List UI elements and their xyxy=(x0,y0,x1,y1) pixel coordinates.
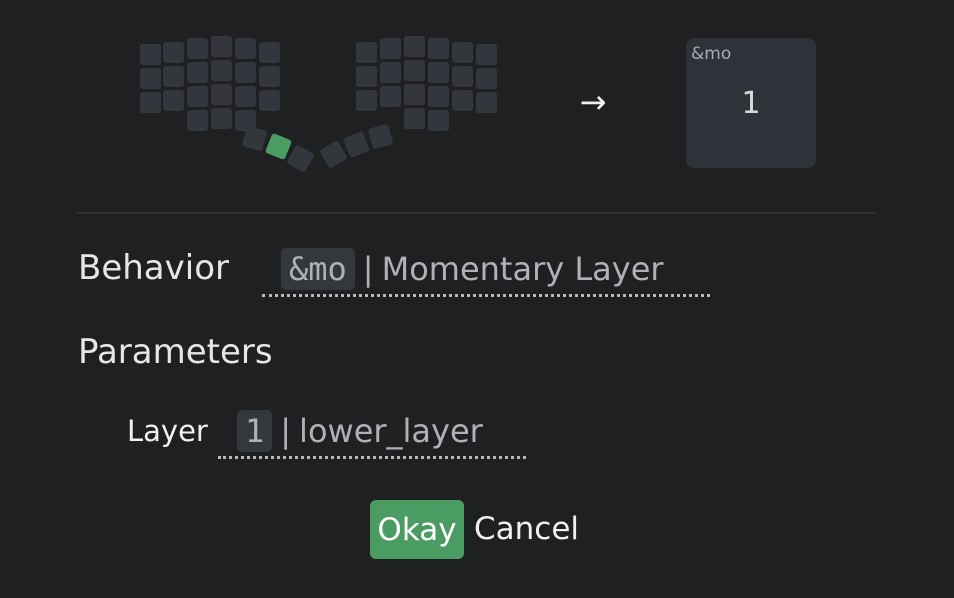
key-preview: &mo 1 xyxy=(686,38,816,168)
key[interactable] xyxy=(259,42,280,63)
layer-label: Layer xyxy=(127,414,208,448)
keyboard-layout-diagram xyxy=(138,34,503,174)
layer-select[interactable]: 1 | lower_layer xyxy=(218,406,526,459)
key[interactable] xyxy=(428,110,449,131)
key[interactable] xyxy=(235,38,256,59)
behavior-select[interactable]: &mo | Momentary Layer xyxy=(262,244,710,297)
key[interactable] xyxy=(367,123,394,150)
key[interactable] xyxy=(452,90,473,111)
key[interactable] xyxy=(187,38,208,59)
key[interactable] xyxy=(163,90,184,111)
layer-name: lower_layer xyxy=(299,412,483,450)
arrow-right-icon: → xyxy=(579,83,607,121)
key[interactable] xyxy=(163,42,184,63)
key[interactable] xyxy=(241,125,268,152)
key-selected[interactable] xyxy=(264,132,293,161)
layer-separator: | xyxy=(280,412,292,450)
key[interactable] xyxy=(404,108,425,129)
preview-param: 1 xyxy=(741,86,761,121)
key[interactable] xyxy=(211,84,232,105)
key[interactable] xyxy=(259,66,280,87)
key[interactable] xyxy=(428,38,449,59)
behavior-code: &mo xyxy=(281,248,355,290)
key[interactable] xyxy=(404,84,425,105)
key[interactable] xyxy=(140,92,161,113)
preview-binding: &mo xyxy=(691,44,732,64)
key[interactable] xyxy=(428,62,449,83)
key[interactable] xyxy=(235,62,256,83)
key[interactable] xyxy=(380,86,401,107)
okay-button[interactable]: Okay xyxy=(370,500,464,559)
layer-code: 1 xyxy=(237,410,273,452)
key[interactable] xyxy=(476,92,497,113)
key[interactable] xyxy=(259,90,280,111)
divider xyxy=(77,212,877,214)
key[interactable] xyxy=(342,130,371,159)
key[interactable] xyxy=(286,144,315,173)
key[interactable] xyxy=(356,66,377,87)
key[interactable] xyxy=(187,86,208,107)
key[interactable] xyxy=(356,42,377,63)
key[interactable] xyxy=(140,44,161,65)
behavior-label: Behavior xyxy=(78,248,229,288)
key[interactable] xyxy=(452,66,473,87)
key[interactable] xyxy=(404,36,425,57)
key[interactable] xyxy=(428,86,449,107)
key[interactable] xyxy=(476,68,497,89)
key[interactable] xyxy=(211,36,232,57)
key[interactable] xyxy=(404,60,425,81)
key[interactable] xyxy=(380,38,401,59)
key[interactable] xyxy=(140,68,161,89)
key[interactable] xyxy=(235,86,256,107)
key[interactable] xyxy=(211,60,232,81)
key[interactable] xyxy=(356,90,377,111)
behavior-separator: | xyxy=(362,250,374,288)
key[interactable] xyxy=(187,62,208,83)
behavior-name: Momentary Layer xyxy=(381,250,664,288)
key[interactable] xyxy=(163,66,184,87)
key[interactable] xyxy=(452,42,473,63)
key[interactable] xyxy=(187,110,208,131)
key[interactable] xyxy=(476,44,497,65)
key[interactable] xyxy=(380,62,401,83)
cancel-button[interactable]: Cancel xyxy=(474,500,579,559)
parameters-heading: Parameters xyxy=(78,332,273,372)
key[interactable] xyxy=(319,140,348,169)
key[interactable] xyxy=(211,108,232,129)
